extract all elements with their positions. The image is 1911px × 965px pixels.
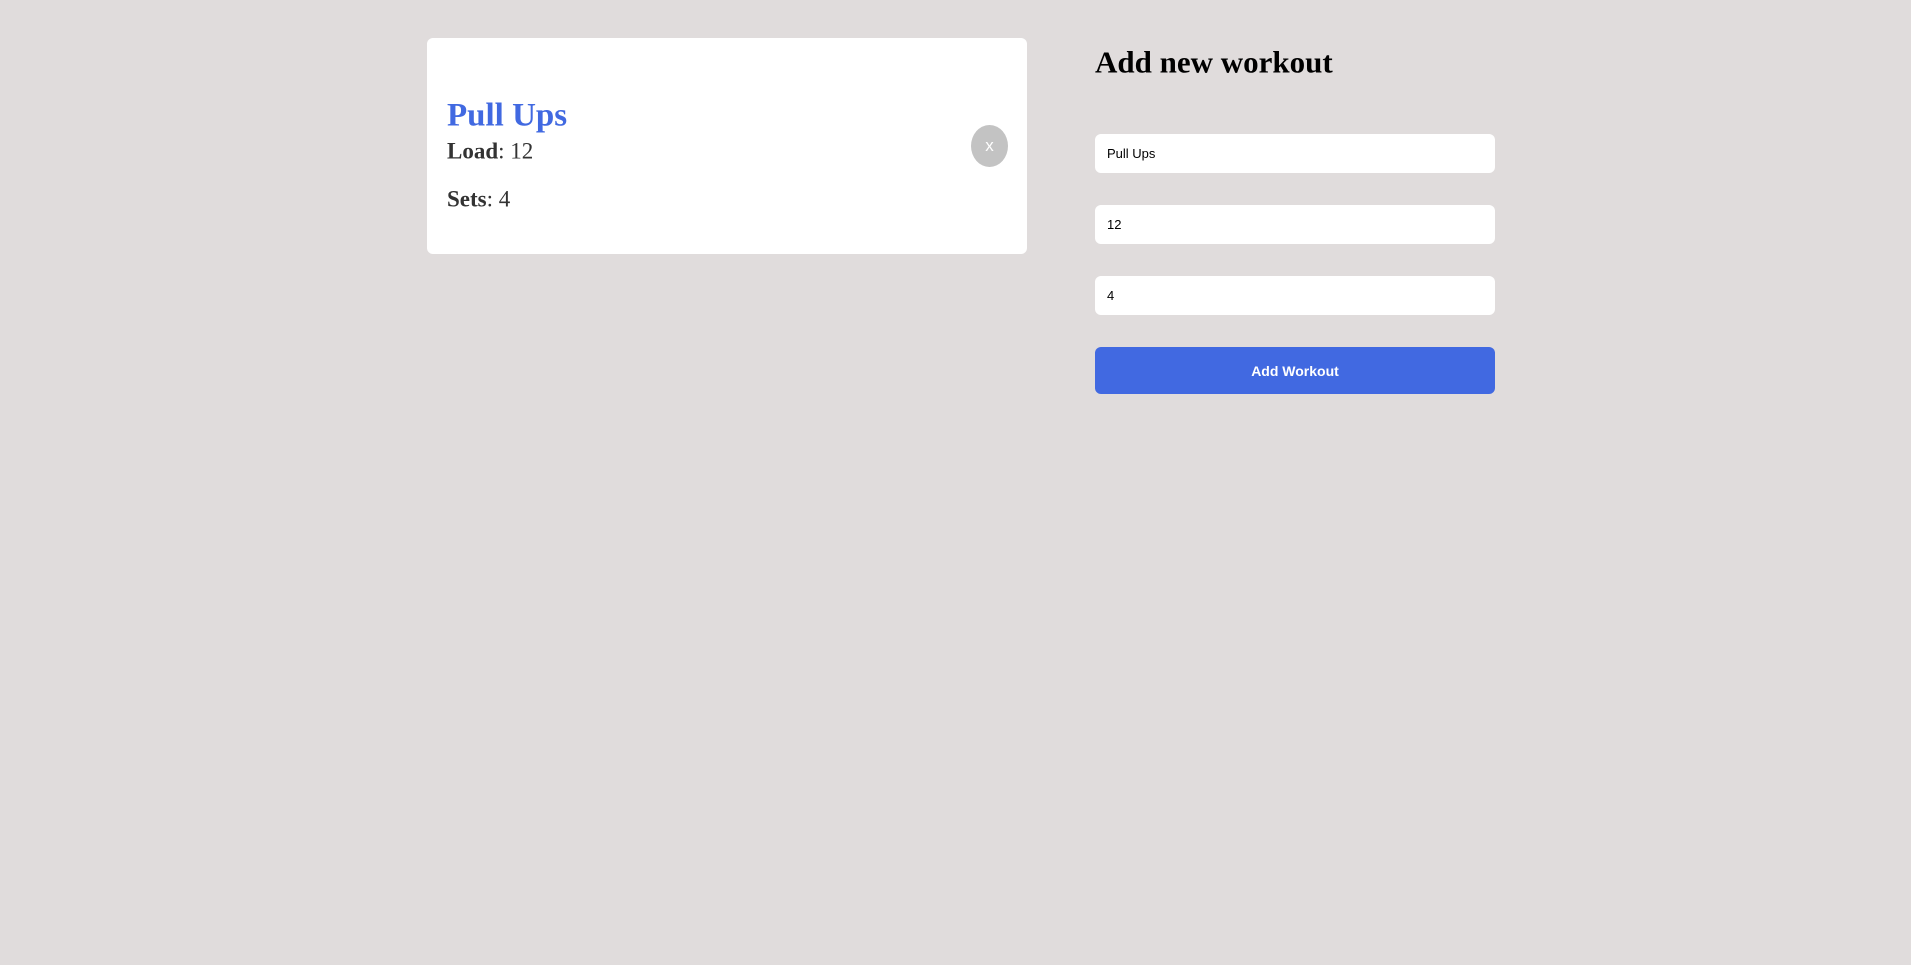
workout-load-input[interactable] [1095, 205, 1495, 244]
workout-title-input[interactable] [1095, 134, 1495, 173]
workout-title: Pull Ups [447, 97, 568, 134]
delete-workout-button[interactable]: x [971, 125, 1008, 167]
workout-sets-input[interactable] [1095, 276, 1495, 315]
workout-load: Load: 12 [447, 138, 534, 164]
add-workout-button[interactable]: Add Workout [1095, 347, 1495, 394]
sets-value: 4 [498, 186, 511, 212]
load-value: 12 [510, 138, 534, 164]
form-title: Add new workout [1095, 44, 1333, 80]
workout-card: Pull Ups Load: 12 Sets: 4 x [427, 38, 1027, 254]
load-label: Load [447, 138, 499, 164]
workout-sets: Sets: 4 [447, 186, 511, 212]
sets-label: Sets [447, 186, 487, 212]
